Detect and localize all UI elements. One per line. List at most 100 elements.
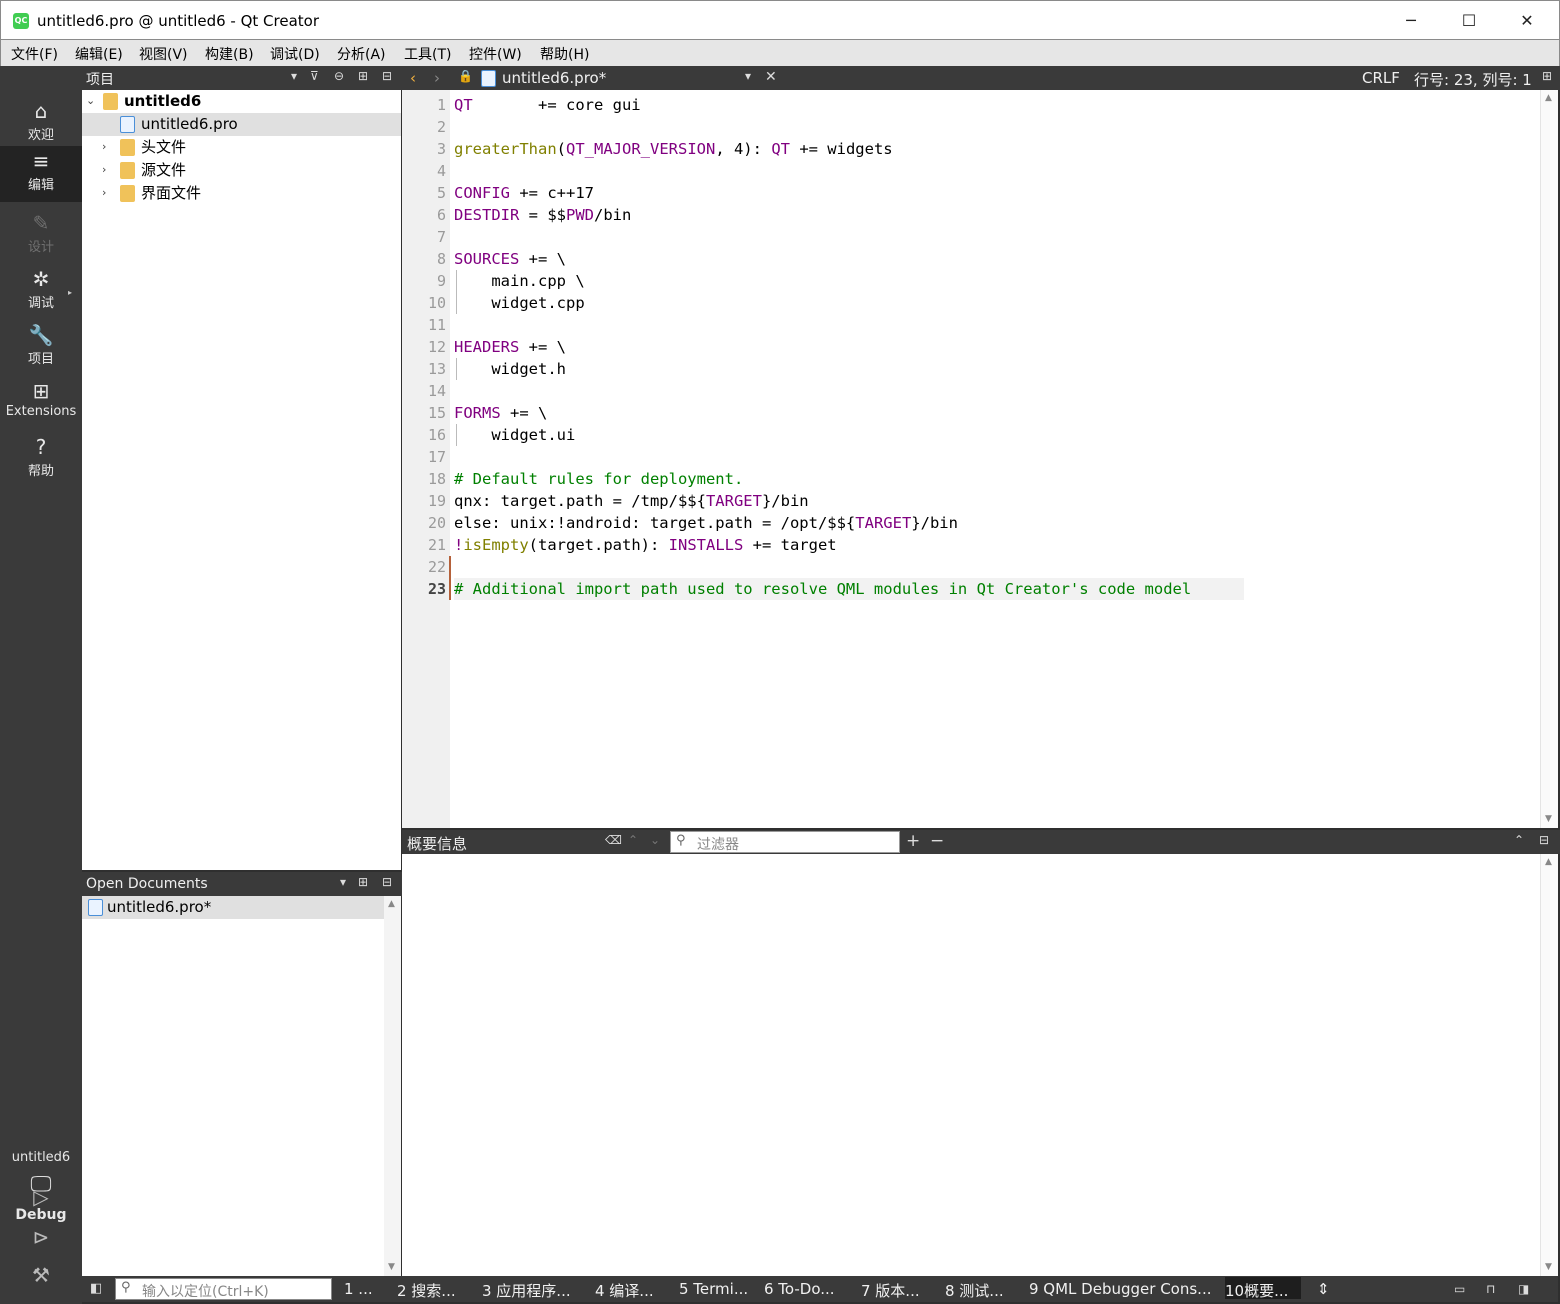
pane-button-general-messages[interactable]: 10概要... bbox=[1225, 1277, 1301, 1300]
menu-help[interactable]: 帮助(H) bbox=[540, 44, 589, 64]
menu-view[interactable]: 视图(V) bbox=[139, 44, 188, 64]
mode-debug[interactable]: ✲ 调试 ▸ bbox=[0, 264, 82, 320]
pane-button-application-output[interactable]: 3 应用程序... bbox=[482, 1280, 571, 1301]
code-line[interactable]: greaterThan(QT_MAJOR_VERSION, 4): QT += … bbox=[454, 138, 893, 160]
code-line[interactable]: qnx: target.path = /tmp/$${TARGET}/bin bbox=[454, 490, 809, 512]
clear-icon[interactable]: ⌫ bbox=[605, 833, 622, 847]
tree-item-sources[interactable]: › 源文件 bbox=[82, 159, 401, 182]
maximize-pane-icon[interactable]: ⌃ bbox=[1514, 833, 1524, 847]
run-icon[interactable]: ▷ bbox=[26, 1182, 56, 1212]
mode-welcome[interactable]: ⌂ 欢迎 bbox=[0, 96, 82, 152]
scroll-up-icon[interactable]: ▲ bbox=[1545, 93, 1552, 103]
toggle-sidebar-icon[interactable]: ◧ bbox=[90, 1281, 102, 1296]
code-editor[interactable]: 1 2 3 4 5 6 7 8 9 10 11 12 13 14 15 16 17 18 19 20 21 22 23 QT… bbox=[402, 90, 1558, 828]
menu-build[interactable]: 构建(B) bbox=[205, 44, 254, 64]
menu-edit[interactable]: 编辑(E) bbox=[75, 44, 123, 64]
link-icon[interactable]: ⊖ bbox=[334, 69, 344, 83]
chevron-down-icon[interactable]: ⌄ bbox=[86, 90, 100, 112]
split-icon[interactable]: ⊞ bbox=[1542, 69, 1552, 83]
code-line[interactable]: QT += core gui bbox=[454, 94, 641, 116]
pane-button-todo[interactable]: 6 To-Do... bbox=[764, 1280, 835, 1298]
forward-arrow-icon[interactable]: › bbox=[434, 69, 440, 87]
close-document-icon[interactable]: ✕ bbox=[765, 69, 777, 85]
close-button[interactable]: ✕ bbox=[1498, 1, 1556, 41]
output-pane-content[interactable]: ▲ ▼ bbox=[402, 854, 1558, 1276]
scroll-down-icon[interactable]: ▼ bbox=[1545, 1262, 1552, 1272]
right-sidebar-icon[interactable]: ◨ bbox=[1518, 1282, 1529, 1296]
code-line[interactable]: DESTDIR = $$PWD/bin bbox=[454, 204, 631, 226]
open-document-item[interactable]: untitled6.pro* bbox=[82, 896, 384, 919]
dropdown-arrow-icon[interactable]: ▾ bbox=[291, 69, 297, 83]
code-line[interactable]: main.cpp \ bbox=[454, 270, 584, 292]
maximize-button[interactable]: ☐ bbox=[1440, 1, 1498, 41]
pane-button-qml-debugger[interactable]: 9 QML Debugger Cons... bbox=[1029, 1280, 1211, 1298]
back-arrow-icon[interactable]: ‹ bbox=[410, 69, 416, 87]
scroll-up-icon[interactable]: ▲ bbox=[388, 899, 395, 909]
dropdown-arrow-icon[interactable]: ▾ bbox=[745, 69, 751, 83]
mode-extensions[interactable]: ⊞ Extensions bbox=[0, 376, 82, 432]
menu-tools[interactable]: 工具(T) bbox=[404, 44, 451, 64]
next-icon[interactable]: ⌄ bbox=[650, 833, 660, 847]
mode-projects[interactable]: 🔧 项目 bbox=[0, 320, 82, 376]
previous-icon[interactable]: ⌃ bbox=[628, 833, 638, 847]
code-line[interactable]: widget.cpp bbox=[454, 292, 584, 314]
chevron-right-icon[interactable]: › bbox=[102, 182, 116, 204]
editor-scrollbar[interactable]: ▲ ▼ bbox=[1540, 90, 1558, 828]
debug-run-icon[interactable]: ⊳ bbox=[26, 1222, 56, 1252]
pane-button-version-control[interactable]: 7 版本... bbox=[861, 1280, 920, 1301]
chevron-right-icon[interactable]: › bbox=[102, 136, 116, 158]
line-ending-indicator[interactable]: CRLF bbox=[1362, 69, 1400, 87]
code-line[interactable]: HEADERS += \ bbox=[454, 336, 566, 358]
pane-selector-arrows[interactable]: ⇕ bbox=[1317, 1280, 1330, 1298]
pane-button-compile-output[interactable]: 4 编译... bbox=[595, 1280, 654, 1301]
zoom-in-button[interactable]: + bbox=[906, 831, 920, 851]
tree-item-pro-file[interactable]: untitled6.pro bbox=[82, 113, 401, 136]
build-hammer-icon[interactable]: ⚒ bbox=[26, 1260, 56, 1290]
dropdown-arrow-icon[interactable]: ▾ bbox=[340, 875, 346, 889]
minimize-button[interactable]: ─ bbox=[1382, 1, 1440, 41]
menu-widgets[interactable]: 控件(W) bbox=[469, 44, 522, 64]
scroll-up-icon[interactable]: ▲ bbox=[1545, 857, 1552, 867]
zoom-out-button[interactable]: − bbox=[930, 831, 944, 851]
mode-design[interactable]: ✎ 设计 bbox=[0, 208, 82, 264]
close-pane-icon[interactable]: ⊟ bbox=[382, 69, 392, 83]
code-line[interactable]: # Additional import path used to resolve… bbox=[454, 578, 1244, 600]
scroll-down-icon[interactable]: ▼ bbox=[1545, 814, 1552, 824]
filter-input[interactable]: ⚲ 过滤器 bbox=[670, 831, 900, 853]
tree-item-project[interactable]: ⌄ untitled6 bbox=[82, 90, 401, 113]
tree-item-headers[interactable]: › 头文件 bbox=[82, 136, 401, 159]
menu-file[interactable]: 文件(F) bbox=[11, 44, 58, 64]
menu-debug[interactable]: 调试(D) bbox=[270, 44, 320, 64]
scroll-down-icon[interactable]: ▼ bbox=[388, 1262, 395, 1272]
open-documents-title[interactable]: Open Documents bbox=[86, 876, 208, 892]
pane-button-issues[interactable]: 1 ... bbox=[344, 1280, 373, 1298]
split-icon[interactable]: ⊞ bbox=[358, 69, 368, 83]
code-line[interactable]: widget.ui bbox=[454, 424, 575, 446]
pane-button-terminal[interactable]: 5 Termi... bbox=[679, 1280, 748, 1298]
code-line[interactable]: SOURCES += \ bbox=[454, 248, 566, 270]
kit-project-name[interactable]: untitled6 bbox=[0, 1150, 82, 1165]
tree-item-forms[interactable]: › 界面文件 bbox=[82, 182, 401, 205]
progress-details-icon[interactable]: ▭ bbox=[1454, 1282, 1465, 1296]
document-selector[interactable]: untitled6.pro* bbox=[502, 69, 606, 87]
pane-button-search[interactable]: 2 搜索... bbox=[397, 1280, 456, 1301]
locator-input[interactable]: ⚲ 输入以定位(Ctrl+K) bbox=[115, 1278, 332, 1300]
close-pane-icon[interactable]: ⊟ bbox=[1539, 833, 1549, 847]
code-line[interactable]: CONFIG += c++17 bbox=[454, 182, 594, 204]
menu-analyze[interactable]: 分析(A) bbox=[337, 44, 386, 64]
code-line[interactable]: else: unix:!android: target.path = /opt/… bbox=[454, 512, 958, 534]
mode-help[interactable]: ? 帮助 bbox=[0, 432, 82, 488]
mode-edit[interactable]: ≡ 编辑 bbox=[0, 146, 82, 202]
code-line[interactable]: widget.h bbox=[454, 358, 566, 380]
filter-icon[interactable]: ⊽ bbox=[310, 69, 319, 83]
code-line[interactable]: # Default rules for deployment. bbox=[454, 468, 743, 490]
code-line[interactable]: !isEmpty(target.path): INSTALLS += targe… bbox=[454, 534, 837, 556]
chevron-right-icon[interactable]: › bbox=[102, 159, 116, 181]
output-scrollbar[interactable]: ▲ ▼ bbox=[1540, 854, 1558, 1276]
output-toggle-icon[interactable]: ⊓ bbox=[1486, 1282, 1495, 1296]
code-line[interactable]: FORMS += \ bbox=[454, 402, 547, 424]
pane-button-tests[interactable]: 8 测试... bbox=[945, 1280, 1004, 1301]
projects-panel-title[interactable]: 项目 bbox=[86, 69, 114, 89]
cursor-position[interactable]: 行号: 23, 列号: 1 bbox=[1414, 69, 1532, 90]
vertical-scrollbar[interactable]: ▲ ▼ bbox=[384, 896, 401, 1276]
